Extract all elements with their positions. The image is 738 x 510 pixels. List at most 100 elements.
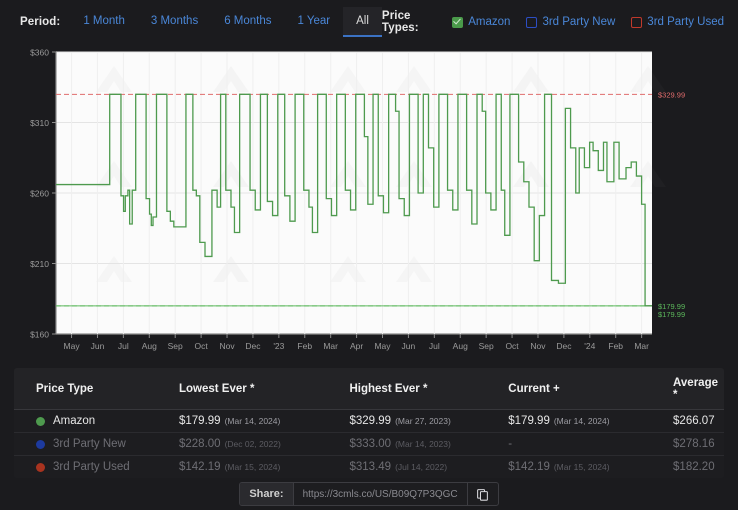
chart-xtick-label: Jul — [429, 341, 440, 351]
chart-annotation-label: $179.99 — [658, 310, 685, 319]
current-value-cell: $179.99 (Mar 14, 2024) — [502, 410, 663, 433]
price-type-label: Amazon — [468, 16, 510, 28]
highest-ever-value-cell: $333.00 (Mar 14, 2023) — [343, 433, 502, 456]
average-value: $182.20 — [663, 456, 724, 479]
checkbox-icon[interactable] — [631, 17, 642, 28]
chart-xtick-label: Feb — [297, 341, 312, 351]
highest-ever-value: $329.99 — [349, 415, 391, 427]
table-header-cell: Current + — [502, 368, 663, 410]
chart-xtick-label: Dec — [556, 341, 572, 351]
price-history-chart[interactable]: $360 $310 $260 $210 $160 May Jun Jul Aug Sep Oct No… — [8, 44, 730, 362]
chart-xtick-label: May — [64, 341, 81, 351]
chart-xtick-label: Jun — [91, 341, 105, 351]
chart-canvas[interactable]: $360 $310 $260 $210 $160 May Jun Jul Aug Sep Oct No… — [12, 44, 738, 362]
current-value: $142.19 — [508, 461, 550, 473]
copy-icon[interactable] — [468, 483, 498, 505]
chart-ytick-label: $360 — [30, 48, 49, 58]
chart-ytick-label: $210 — [30, 259, 49, 269]
average-value: $266.07 — [663, 410, 724, 433]
price-type-cell: 3rd Party Used — [14, 456, 173, 479]
table-row: 3rd Party New $228.00 (Dec 02, 2022) $333.0… — [14, 433, 724, 456]
price-type-label: 3rd Party Used — [647, 16, 724, 28]
checkbox-icon[interactable] — [526, 17, 537, 28]
lowest-ever-value: $228.00 — [179, 438, 221, 450]
series-color-dot — [36, 440, 45, 449]
share-box: Share: https://3cmls.co/US/B09Q7P3QGC — [239, 482, 498, 506]
highest-ever-value: $333.00 — [349, 438, 391, 450]
chart-ytick-label: $260 — [30, 189, 49, 199]
chart-ytick-label: $310 — [30, 118, 49, 128]
highest-ever-date: (Jul 14, 2022) — [395, 462, 447, 472]
price-type-cell: 3rd Party New — [14, 433, 173, 456]
price-summary-table: Price TypeLowest Ever *Highest Ever *Cur… — [14, 368, 724, 478]
table-header-cell: Average * — [663, 368, 724, 410]
price-type-name: 3rd Party Used — [53, 461, 130, 473]
average-value: $278.16 — [663, 433, 724, 456]
table-header-cell: Price Type — [14, 368, 173, 410]
controls-bar: Period: 1 Month3 Months6 Months1 YearAll… — [8, 0, 730, 44]
chart-xtick-label: Oct — [194, 341, 208, 351]
chart-annotation-label: $329.99 — [658, 90, 685, 99]
price-type-toggles: Amazon 3rd Party New 3rd Party Used — [436, 16, 724, 28]
period-tab-3-months[interactable]: 3 Months — [138, 7, 211, 37]
current-value-cell: - — [502, 433, 663, 456]
chart-xtick-label: Mar — [634, 341, 649, 351]
chart-xtick-label: Nov — [219, 341, 235, 351]
current-date: (Mar 15, 2024) — [554, 462, 610, 472]
chart-xtick-label: Sep — [168, 341, 183, 351]
price-type-toggle-amazon[interactable]: Amazon — [452, 16, 510, 28]
lowest-ever-value-cell: $142.19 (Mar 15, 2024) — [173, 456, 343, 479]
highest-ever-date: (Mar 14, 2023) — [395, 439, 451, 449]
period-tab-all[interactable]: All — [343, 7, 382, 37]
current-value: - — [508, 438, 512, 450]
share-row: Share: https://3cmls.co/US/B09Q7P3QGC — [8, 478, 730, 510]
price-type-cell: Amazon — [14, 410, 173, 433]
current-value: $179.99 — [508, 415, 550, 427]
price-type-name: 3rd Party New — [53, 438, 126, 450]
chart-xtick-label: Nov — [530, 341, 546, 351]
price-type-toggle-3rd-party-new[interactable]: 3rd Party New — [526, 16, 615, 28]
series-color-dot — [36, 417, 45, 426]
period-tabs: 1 Month3 Months6 Months1 YearAll — [70, 7, 382, 37]
price-type-toggle-3rd-party-used[interactable]: 3rd Party Used — [631, 16, 724, 28]
period-tab-1-month[interactable]: 1 Month — [70, 7, 138, 37]
checkbox-icon[interactable] — [452, 17, 463, 28]
period-label: Period: — [20, 16, 60, 28]
table-row: Amazon $179.99 (Mar 14, 2024) $329.99 (Mar 2… — [14, 410, 724, 433]
period-tab-6-months[interactable]: 6 Months — [211, 7, 284, 37]
chart-xtick-label: May — [374, 341, 391, 351]
lowest-ever-date: (Mar 15, 2024) — [225, 462, 281, 472]
series-color-dot — [36, 463, 45, 472]
chart-xtick-label: '23 — [273, 341, 284, 351]
highest-ever-value-cell: $313.49 (Jul 14, 2022) — [343, 456, 502, 479]
chart-xtick-label: Aug — [453, 341, 468, 351]
highest-ever-value: $313.49 — [349, 461, 391, 473]
table-body: Amazon $179.99 (Mar 14, 2024) $329.99 (Mar 2… — [14, 410, 724, 479]
period-tab-1-year[interactable]: 1 Year — [285, 7, 344, 37]
chart-xtick-label: Mar — [323, 341, 338, 351]
lowest-ever-value: $142.19 — [179, 461, 221, 473]
chart-ytick-label: $160 — [30, 330, 49, 340]
highest-ever-date: (Mar 27, 2023) — [395, 416, 451, 426]
chart-xtick-label: Aug — [142, 341, 157, 351]
chart-xtick-label: Dec — [245, 341, 261, 351]
chart-xtick-label: Apr — [350, 341, 363, 351]
highest-ever-value-cell: $329.99 (Mar 27, 2023) — [343, 410, 502, 433]
chart-xtick-label: Jul — [118, 341, 129, 351]
current-date: (Mar 14, 2024) — [554, 416, 610, 426]
current-value-cell: $142.19 (Mar 15, 2024) — [502, 456, 663, 479]
chart-xtick-label: Sep — [479, 341, 494, 351]
lowest-ever-date: (Dec 02, 2022) — [225, 439, 281, 449]
share-url[interactable]: https://3cmls.co/US/B09Q7P3QGC — [294, 483, 468, 505]
lowest-ever-date: (Mar 14, 2024) — [225, 416, 281, 426]
table-header-cell: Lowest Ever * — [173, 368, 343, 410]
lowest-ever-value-cell: $179.99 (Mar 14, 2024) — [173, 410, 343, 433]
chart-xtick-label: Feb — [608, 341, 623, 351]
price-type-name: Amazon — [53, 415, 95, 427]
table-header-row: Price TypeLowest Ever *Highest Ever *Cur… — [14, 368, 724, 410]
chart-xtick-label: Jun — [402, 341, 416, 351]
lowest-ever-value-cell: $228.00 (Dec 02, 2022) — [173, 433, 343, 456]
chart-xtick-label: Oct — [505, 341, 519, 351]
price-types-label: Price Types: — [382, 10, 436, 34]
lowest-ever-value: $179.99 — [179, 415, 221, 427]
